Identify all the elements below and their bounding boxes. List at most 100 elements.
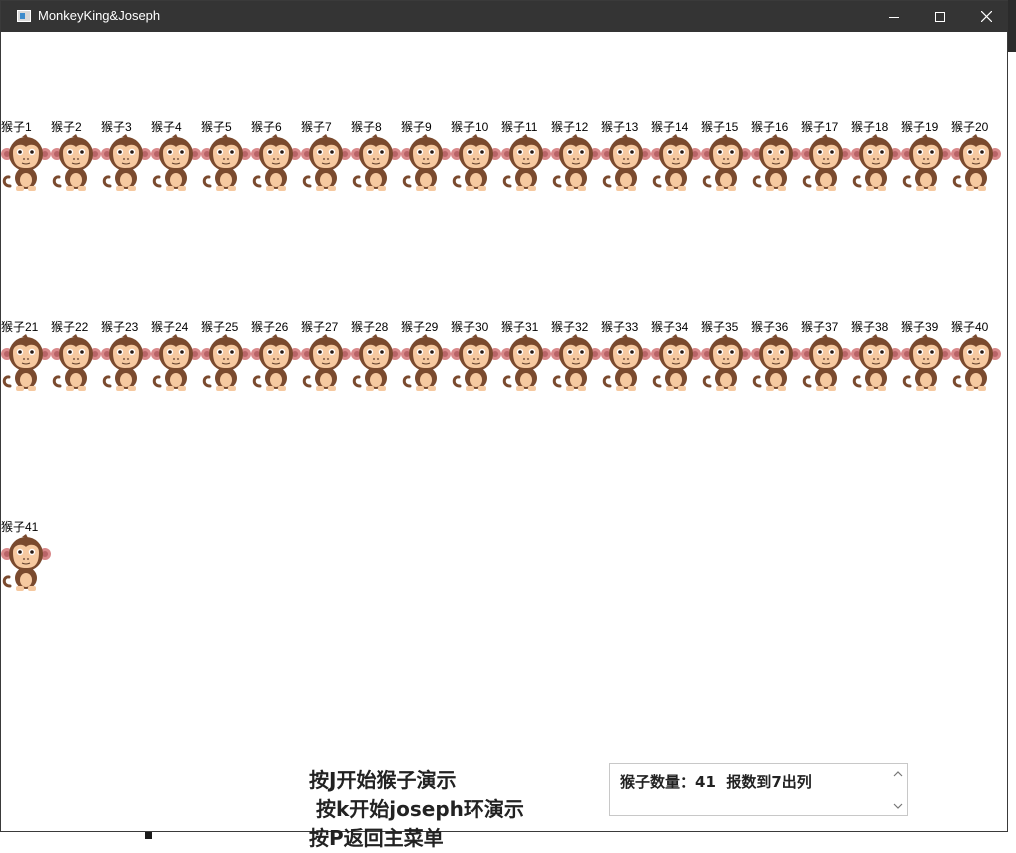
scroll-down-button[interactable] bbox=[889, 797, 907, 814]
monkey-label: 猴子26 bbox=[251, 320, 289, 334]
monkey: 猴子33 bbox=[601, 320, 651, 410]
monkey-label: 猴子37 bbox=[801, 320, 839, 334]
monkey-icon bbox=[701, 134, 751, 191]
monkey-icon bbox=[51, 334, 101, 391]
monkey-label: 猴子40 bbox=[951, 320, 989, 334]
monkey: 猴子13 bbox=[601, 120, 651, 210]
monkey-label: 猴子22 bbox=[51, 320, 89, 334]
monkey-label: 猴子36 bbox=[751, 320, 789, 334]
monkey-icon bbox=[951, 134, 1001, 191]
monkey-label: 猴子7 bbox=[301, 120, 332, 134]
monkey-icon bbox=[401, 334, 451, 391]
monkey-icon bbox=[51, 134, 101, 191]
monkey: 猴子39 bbox=[901, 320, 951, 410]
monkey-label: 猴子10 bbox=[451, 120, 489, 134]
monkey: 猴子6 bbox=[251, 120, 301, 210]
monkey: 猴子17 bbox=[801, 120, 851, 210]
monkey-icon bbox=[301, 334, 351, 391]
monkey: 猴子40 bbox=[951, 320, 1001, 410]
monkey: 猴子34 bbox=[651, 320, 701, 410]
chevron-up-icon bbox=[893, 770, 903, 776]
monkey-label: 猴子21 bbox=[1, 320, 39, 334]
monkey-label: 猴子25 bbox=[201, 320, 239, 334]
monkey-label: 猴子9 bbox=[401, 120, 432, 134]
monkey: 猴子12 bbox=[551, 120, 601, 210]
monkey-label: 猴子15 bbox=[701, 120, 739, 134]
status-text: 猴子数量：41 报数到7出列 bbox=[620, 773, 812, 791]
monkey: 猴子22 bbox=[51, 320, 101, 410]
title-bar[interactable]: MonkeyKing&Joseph bbox=[1, 1, 1009, 32]
monkey-icon bbox=[1, 334, 51, 391]
monkey: 猴子25 bbox=[201, 320, 251, 410]
monkey: 猴子8 bbox=[351, 120, 401, 210]
monkey-icon bbox=[551, 334, 601, 391]
monkey-label: 猴子19 bbox=[901, 120, 939, 134]
monkey-icon bbox=[601, 134, 651, 191]
monkey: 猴子30 bbox=[451, 320, 501, 410]
monkey-icon bbox=[451, 334, 501, 391]
monkey: 猴子23 bbox=[101, 320, 151, 410]
monkey-label: 猴子16 bbox=[751, 120, 789, 134]
monkey: 猴子38 bbox=[851, 320, 901, 410]
monkey-label: 猴子24 bbox=[151, 320, 189, 334]
monkey-label: 猴子41 bbox=[1, 520, 39, 534]
monkey-label: 猴子38 bbox=[851, 320, 889, 334]
monkey-icon bbox=[751, 134, 801, 191]
monkey-label: 猴子20 bbox=[951, 120, 989, 134]
monkey-label: 猴子5 bbox=[201, 120, 232, 134]
monkey: 猴子24 bbox=[151, 320, 201, 410]
monkey-icon bbox=[751, 334, 801, 391]
monkey: 猴子19 bbox=[901, 120, 951, 210]
monkey-icon bbox=[151, 334, 201, 391]
monkey-icon bbox=[351, 134, 401, 191]
monkey-icon bbox=[251, 134, 301, 191]
monkey: 猴子18 bbox=[851, 120, 901, 210]
monkey: 猴子5 bbox=[201, 120, 251, 210]
background-window-edge bbox=[1008, 0, 1016, 52]
chevron-down-icon bbox=[893, 803, 903, 809]
monkey-icon bbox=[101, 334, 151, 391]
monkey: 猴子15 bbox=[701, 120, 751, 210]
monkey-icon bbox=[901, 334, 951, 391]
close-button[interactable] bbox=[963, 1, 1009, 32]
monkey-icon bbox=[201, 134, 251, 191]
monkey: 猴子37 bbox=[801, 320, 851, 410]
monkey: 猴子14 bbox=[651, 120, 701, 210]
monkey-label: 猴子29 bbox=[401, 320, 439, 334]
monkey: 猴子9 bbox=[401, 120, 451, 210]
app-window: MonkeyKing&Joseph 猴子1 猴子2 猴子3 猴子4 猴子5 猴子6 猴子7 猴… bbox=[0, 0, 1009, 850]
monkey: 猴子31 bbox=[501, 320, 551, 410]
monkey-label: 猴子6 bbox=[251, 120, 282, 134]
monkey-icon bbox=[901, 134, 951, 191]
monkey-label: 猴子4 bbox=[151, 120, 182, 134]
monkey-icon bbox=[851, 334, 901, 391]
monkey: 猴子1 bbox=[1, 120, 51, 210]
maximize-button[interactable] bbox=[917, 1, 963, 32]
monkey: 猴子10 bbox=[451, 120, 501, 210]
status-textbox[interactable]: 猴子数量：41 报数到7出列 bbox=[609, 763, 908, 816]
scroll-up-button[interactable] bbox=[889, 765, 907, 782]
monkey-label: 猴子31 bbox=[501, 320, 539, 334]
minimize-button[interactable] bbox=[871, 1, 917, 32]
monkey-icon bbox=[551, 134, 601, 191]
monkey-icon bbox=[851, 134, 901, 191]
monkey-icon bbox=[501, 134, 551, 191]
monkey-label: 猴子39 bbox=[901, 320, 939, 334]
monkey-label: 猴子8 bbox=[351, 120, 382, 134]
monkey-icon bbox=[401, 134, 451, 191]
monkey: 猴子11 bbox=[501, 120, 551, 210]
monkey-label: 猴子30 bbox=[451, 320, 489, 334]
vertical-scrollbar[interactable] bbox=[889, 764, 907, 815]
monkey-icon bbox=[351, 334, 401, 391]
monkey-label: 猴子34 bbox=[651, 320, 689, 334]
minimize-icon bbox=[889, 16, 899, 18]
monkey-label: 猴子2 bbox=[51, 120, 82, 134]
monkey-label: 猴子27 bbox=[301, 320, 339, 334]
monkey-icon bbox=[251, 334, 301, 391]
monkey-label: 猴子35 bbox=[701, 320, 739, 334]
monkey-icon bbox=[601, 334, 651, 391]
monkey: 猴子4 bbox=[151, 120, 201, 210]
monkey-icon bbox=[1, 534, 51, 591]
app-icon bbox=[17, 10, 31, 22]
monkey-label: 猴子1 bbox=[1, 120, 32, 134]
